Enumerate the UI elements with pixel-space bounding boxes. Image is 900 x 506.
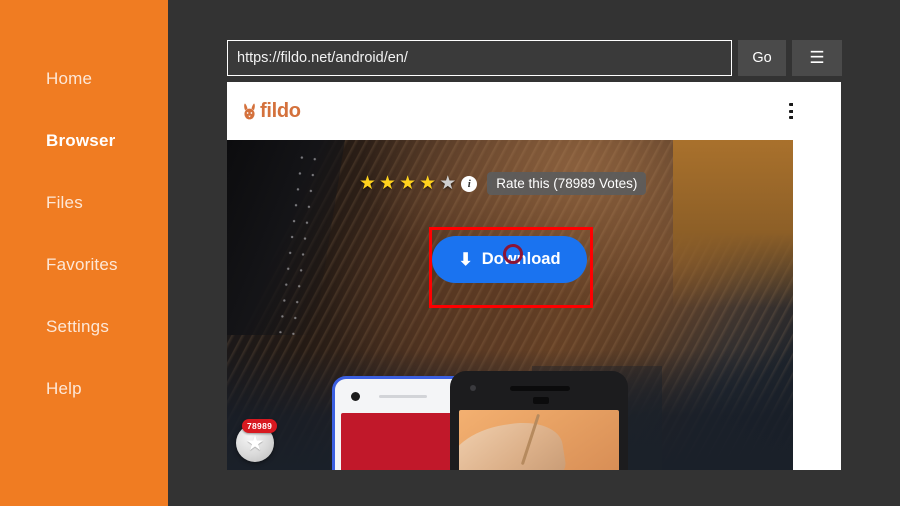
sidebar-item-home[interactable]: Home	[0, 48, 168, 110]
sidebar-item-label: Files	[46, 193, 83, 212]
page-whitespace	[793, 82, 841, 470]
sidebar-item-label: Home	[46, 69, 93, 88]
info-icon[interactable]: i	[461, 175, 478, 192]
sidebar-item-label: Browser	[46, 131, 116, 150]
phone-camera-icon	[351, 392, 360, 401]
star-icon[interactable]: ★	[419, 174, 436, 193]
star-icon[interactable]: ★	[399, 174, 416, 193]
go-button[interactable]: Go	[738, 40, 786, 76]
browser-menu-button[interactable]: ☰	[792, 40, 842, 76]
browser-panel: https://fildo.net/android/en/ Go ☰ fildo…	[227, 0, 842, 506]
sidebar-item-label: Settings	[46, 317, 110, 336]
black-phone-mockup	[450, 371, 628, 470]
hero-banner: ★ ★ ★ ★ ★ i Rate this (78989 Votes) ⬇ Do…	[227, 140, 793, 470]
rating-widget[interactable]: ★ ★ ★ ★ ★ i Rate this (78989 Votes)	[359, 172, 647, 195]
webpage-viewport[interactable]: fildo ★ ★ ★ ★ ★ i Rate this (78989 Votes…	[227, 82, 841, 470]
vote-count-badge: 78989	[242, 419, 278, 433]
star-icon[interactable]: ★	[379, 174, 396, 193]
phone-camera-icon	[470, 385, 476, 391]
download-arrow-icon: ⬇	[458, 250, 473, 269]
sidebar-item-browser[interactable]: Browser	[0, 110, 168, 172]
site-logo[interactable]: fildo	[242, 100, 301, 123]
sidebar-item-favorites[interactable]: Favorites	[0, 234, 168, 296]
app-sidebar: Home Browser Files Favorites Settings He…	[0, 0, 168, 506]
sidebar-item-files[interactable]: Files	[0, 172, 168, 234]
rabbit-icon	[242, 103, 257, 120]
browser-toolbar: https://fildo.net/android/en/ Go ☰	[227, 40, 842, 76]
download-button-label: Download	[481, 250, 561, 268]
star-icon: ★	[245, 431, 265, 455]
download-cta: ⬇ Download	[432, 236, 587, 283]
address-bar-input[interactable]: https://fildo.net/android/en/	[227, 40, 732, 76]
site-header: fildo	[227, 82, 841, 140]
sidebar-item-label: Favorites	[46, 255, 118, 274]
sidebar-item-help[interactable]: Help	[0, 358, 168, 420]
sidebar-item-label: Help	[46, 379, 82, 398]
phone-mockups	[332, 366, 662, 470]
vote-floating-button[interactable]: ★ 78989	[236, 419, 278, 462]
hamburger-icon: ☰	[809, 48, 825, 67]
star-icon[interactable]: ★	[359, 174, 376, 193]
sidebar-item-settings[interactable]: Settings	[0, 296, 168, 358]
site-logo-text: fildo	[260, 99, 301, 122]
download-button[interactable]: ⬇ Download	[432, 236, 587, 283]
app-window: Home Browser Files Favorites Settings He…	[0, 0, 900, 506]
rate-tooltip: Rate this (78989 Votes)	[487, 172, 647, 195]
star-icon[interactable]: ★	[439, 174, 456, 193]
